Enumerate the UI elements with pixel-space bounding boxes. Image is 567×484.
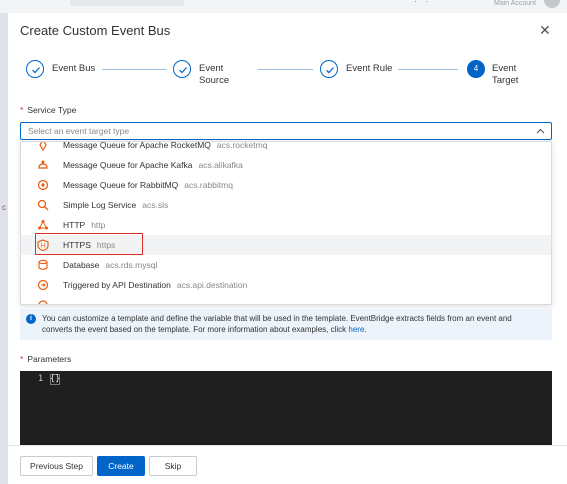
line-number: 1 bbox=[38, 374, 44, 384]
option-code: acs.rds.mysql bbox=[105, 260, 158, 270]
option-partial[interactable] bbox=[21, 295, 551, 304]
rocketmq-icon bbox=[39, 142, 47, 151]
option-rocketmq[interactable]: Message Queue for Apache RocketMQ acs.roc… bbox=[21, 141, 551, 155]
info-end: . bbox=[364, 325, 367, 334]
option-name: Message Queue for Apache RocketMQ bbox=[63, 141, 211, 150]
close-icon[interactable]: ✕ bbox=[539, 22, 551, 39]
http-icon bbox=[38, 220, 48, 230]
option-kafka[interactable]: Message Queue for Apache Kafka acs.alikaf… bbox=[21, 155, 551, 175]
svg-text:H: H bbox=[41, 244, 45, 250]
option-api-destination[interactable]: Triggered by API Destination acs.api.dest… bbox=[21, 275, 551, 295]
step-4-number: 4 bbox=[467, 60, 485, 78]
create-button[interactable]: Create bbox=[97, 456, 145, 476]
step-4-label: Event Target bbox=[492, 63, 519, 86]
option-code: acs.rocketmq bbox=[216, 141, 268, 150]
option-code: acs.sls bbox=[142, 200, 169, 210]
step-3-check-icon bbox=[320, 60, 338, 78]
kafka-icon bbox=[38, 160, 48, 169]
option-name: Triggered by API Destination bbox=[63, 280, 171, 290]
option-name: Simple Log Service bbox=[63, 200, 137, 210]
panel-title: Create Custom Event Bus bbox=[20, 23, 171, 38]
info-banner: i You can customize a template and defin… bbox=[20, 309, 552, 340]
api-destination-icon bbox=[37, 279, 49, 291]
option-sls[interactable]: Simple Log Service acs.sls bbox=[21, 195, 551, 215]
step-2-label: Event Source bbox=[199, 63, 230, 86]
partial-option-icon bbox=[38, 300, 48, 304]
option-name: Message Queue for RabbitMQ bbox=[63, 180, 179, 190]
required-marker: * bbox=[20, 105, 24, 115]
step-3-label: Event Rule bbox=[346, 63, 393, 74]
panel-footer: Previous Step Create Skip bbox=[8, 445, 567, 484]
option-code: https bbox=[96, 240, 116, 250]
console-search-input[interactable] bbox=[70, 0, 184, 6]
step-connector bbox=[258, 69, 313, 70]
step-1-check-icon bbox=[26, 60, 44, 78]
console-topbar: · · Main Account bbox=[0, 0, 567, 13]
console-sidebar: c bbox=[0, 13, 8, 484]
option-name: HTTPS bbox=[63, 240, 91, 250]
step-connector bbox=[102, 69, 166, 70]
option-name: Database bbox=[63, 260, 100, 270]
option-name: HTTP bbox=[63, 220, 86, 230]
option-database[interactable]: Database acs.rds.mysql bbox=[21, 255, 551, 275]
https-icon: H bbox=[37, 239, 49, 251]
previous-step-button[interactable]: Previous Step bbox=[20, 456, 93, 476]
avatar[interactable] bbox=[544, 0, 560, 8]
account-name[interactable]: Main Account bbox=[494, 0, 536, 7]
option-rabbitmq[interactable]: Message Queue for RabbitMQ acs.rabbitmq bbox=[21, 175, 551, 195]
rabbitmq-icon bbox=[37, 179, 49, 191]
info-text: You can customize a template and define … bbox=[42, 313, 542, 335]
skip-button[interactable]: Skip bbox=[149, 456, 197, 476]
required-marker: * bbox=[20, 354, 24, 364]
sls-icon bbox=[37, 199, 49, 211]
option-http[interactable]: HTTP http bbox=[21, 215, 551, 235]
parameters-label-text: Parameters bbox=[27, 354, 72, 364]
here-link[interactable]: here bbox=[348, 325, 364, 334]
step-connector bbox=[398, 69, 458, 70]
service-type-select[interactable]: Select an event target type bbox=[20, 122, 552, 140]
code-content: {} bbox=[50, 374, 61, 384]
option-code: acs.alikafka bbox=[198, 160, 243, 170]
option-code: acs.rabbitmq bbox=[184, 180, 233, 190]
option-code: http bbox=[91, 220, 106, 230]
service-type-dropdown[interactable]: Message Queue for Apache RocketMQ acs.roc… bbox=[20, 141, 552, 305]
info-icon: i bbox=[26, 314, 36, 324]
option-https[interactable]: H HTTPS https bbox=[21, 235, 551, 255]
step-2-check-icon bbox=[173, 60, 191, 78]
info-message: You can customize a template and define … bbox=[42, 314, 512, 334]
database-icon bbox=[38, 259, 48, 270]
step-progress: Event Bus Event Source Event Rule 4 Even… bbox=[8, 57, 567, 97]
service-type-label-text: Service Type bbox=[27, 105, 77, 115]
service-type-placeholder: Select an event target type bbox=[28, 126, 130, 136]
option-name: Message Queue for Apache Kafka bbox=[63, 160, 193, 170]
create-event-bus-panel: Create Custom Event Bus ✕ Event Bus Even… bbox=[8, 13, 567, 484]
service-type-label: * Service Type bbox=[20, 105, 76, 115]
parameters-label: * Parameters bbox=[20, 354, 71, 364]
step-1-label: Event Bus bbox=[52, 63, 96, 74]
chevron-up-icon bbox=[536, 128, 545, 134]
sidebar-marker: c bbox=[2, 203, 6, 212]
topbar-icons[interactable]: · · bbox=[414, 0, 432, 6]
option-code: acs.api.destination bbox=[176, 280, 248, 290]
